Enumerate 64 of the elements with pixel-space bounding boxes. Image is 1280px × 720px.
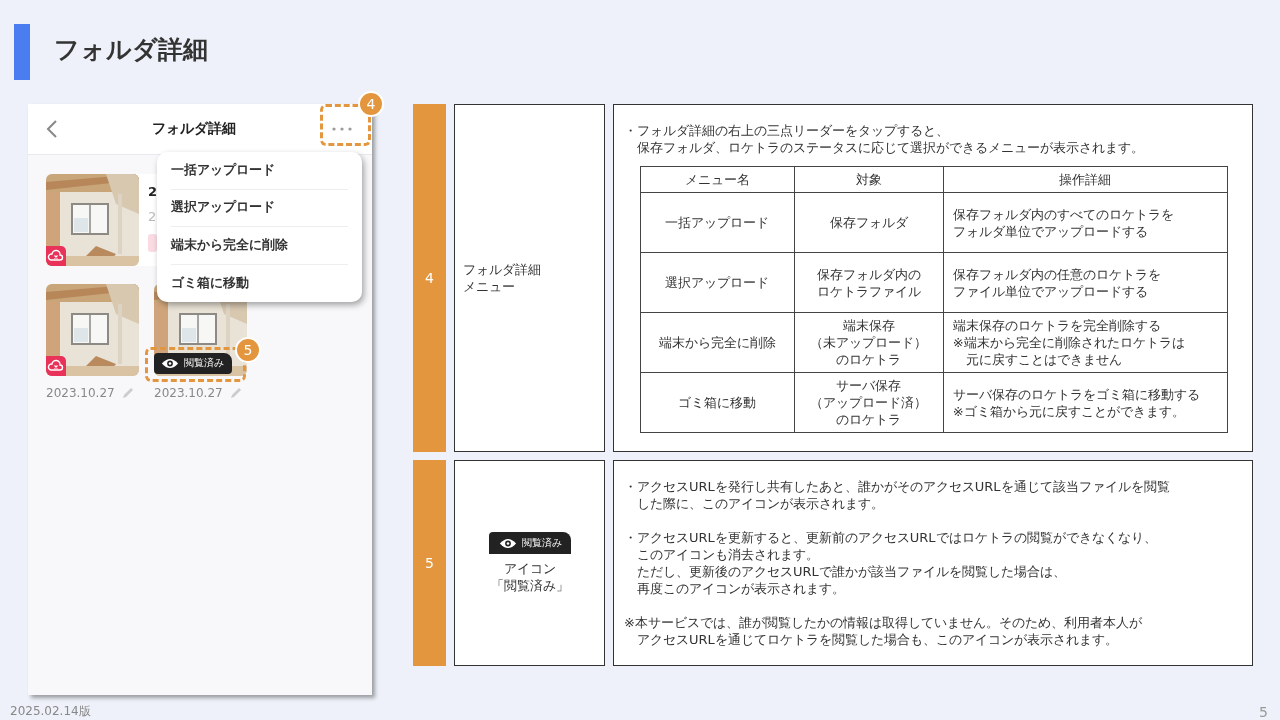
cell-text: 保存フォルダ内のすべてのロケトラを — [952, 205, 1175, 223]
cell-text: ロケトラファイル — [815, 282, 922, 300]
section-label: アイコン — [503, 560, 556, 577]
note-text: アクセスURLを通じてロケトラを閲覧した場合も、このアイコンが表示されます。 — [636, 631, 1119, 648]
cell-text: 端末保存のロケトラを完全削除する — [952, 317, 1162, 334]
section-number: 4 — [413, 104, 446, 452]
cell-text: （アップロード済） — [809, 394, 929, 411]
section-label: 「閲覧済み」 — [490, 577, 569, 594]
more-icon — [332, 127, 352, 131]
cell-text: 保存フォルダ内の任意のロケトラを — [952, 265, 1162, 283]
menu-item[interactable]: ゴミ箱に移動 — [171, 264, 348, 302]
status-tag — [148, 234, 157, 252]
page-title: フォルダ詳細 — [54, 34, 208, 66]
photo-date: 2023.10.27 — [154, 386, 223, 400]
description-text: 保存フォルダ、ロケトラのステータスに応じて選択ができるメニューが表示されます。 — [636, 139, 1145, 156]
cell-text: ※端末から完全に削除されたロケトラは — [952, 334, 1186, 351]
version-label: 2025.02.14版 — [10, 703, 91, 720]
eye-icon — [161, 357, 179, 369]
card-title: 2 — [148, 184, 158, 199]
cell-text: 元に戻すことはできません — [964, 351, 1123, 368]
cell-text: 端末から完全に削除 — [657, 334, 777, 351]
note-text: ただし、更新後のアクセスURLで誰かが該当ファイルを閲覧した場合は、 — [636, 563, 1067, 580]
menu-item[interactable]: 端末から完全に削除 — [171, 227, 348, 265]
screen-title: フォルダ詳細 — [152, 120, 236, 138]
menu-item[interactable]: 一括アップロード — [171, 152, 348, 190]
cell-text: ゴミ箱に移動 — [677, 394, 758, 411]
note-text: ・アクセスURLを発行し共有したあと、誰かがそのアクセスURLを通じて該当ファイルを閲覧 — [624, 478, 1171, 495]
pencil-icon[interactable] — [228, 386, 243, 400]
callout-number: 5 — [235, 337, 261, 363]
cell-text: 端末保存 — [841, 317, 896, 334]
photo-date: 2023.10.27 — [46, 386, 115, 400]
cell-text: 保存フォルダ内の — [815, 265, 922, 283]
menu-item[interactable]: 選択アップロード — [171, 189, 348, 227]
section-number: 5 — [413, 460, 446, 666]
cell-text: のロケトラ — [835, 351, 903, 368]
cell-text: サーバ保存 — [835, 377, 903, 394]
note-text: 再度このアイコンが表示されます。 — [636, 580, 846, 597]
cell-text: フォルダ単位でアップロードする — [952, 222, 1149, 240]
column-header: 操作詳細 — [1058, 171, 1113, 188]
cell-text: ※ゴミ箱から元に戻すことができます。 — [952, 402, 1186, 420]
note-text: このアイコンも消去されます。 — [636, 546, 820, 563]
eye-icon — [498, 537, 517, 549]
section-label: フォルダ詳細 — [463, 261, 542, 278]
note-text: した際に、このアイコンが表示されます。 — [636, 495, 885, 512]
cell-text: （未アップロード） — [809, 334, 929, 351]
cell-text: ファイル単位でアップロードする — [952, 282, 1149, 300]
cell-text: サーバ保存のロケトラをゴミ箱に移動する — [952, 385, 1201, 403]
column-header: 対象 — [854, 171, 883, 188]
cell-text: のロケトラ — [835, 411, 903, 428]
card-date: 2 — [148, 209, 158, 224]
page-number: 5 — [1259, 704, 1268, 720]
description-text: ・フォルダ詳細の右上の三点リーダーをタップすると、 — [624, 122, 950, 139]
cell-text: 保存フォルダ — [828, 214, 909, 231]
pencil-icon[interactable] — [120, 386, 135, 400]
note-text: ・アクセスURLを更新すると、更新前のアクセスURLではロケトラの閲覧ができなくなり、 — [624, 529, 1158, 546]
viewed-badge: 閲覧済み — [154, 353, 232, 374]
title-accent — [14, 24, 30, 80]
cell-text: 選択アップロード — [664, 274, 771, 291]
cell-text: 一括アップロード — [664, 214, 771, 231]
callout-number: 4 — [358, 91, 384, 117]
section-label: メニュー — [463, 278, 516, 295]
note-text: ※本サービスでは、誰が閲覧したかの情報は取得していません。そのため、利用者本人が — [624, 614, 1143, 631]
viewed-badge: 閲覧済み — [488, 532, 571, 554]
column-header: メニュー名 — [683, 171, 751, 188]
